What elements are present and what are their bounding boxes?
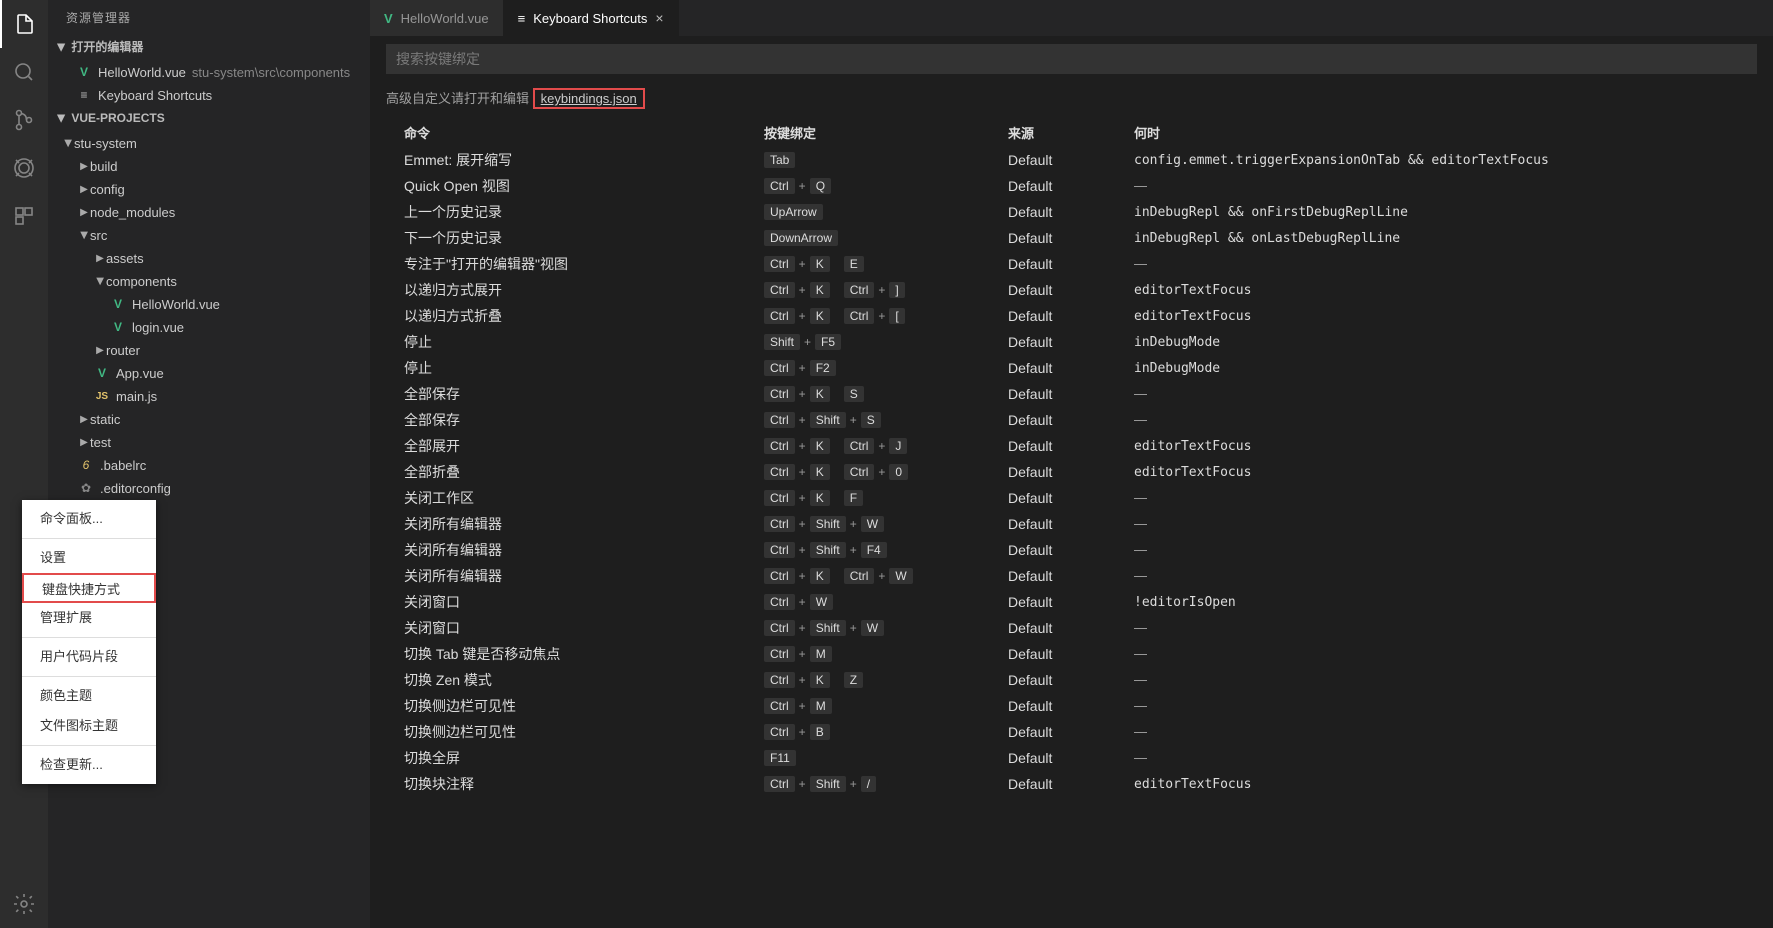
- vue-icon: V: [76, 65, 92, 81]
- tree-item[interactable]: ▶assets: [48, 247, 370, 270]
- shortcut-row[interactable]: 全部折叠Ctrl+KCtrl+0DefaulteditorTextFocus: [370, 459, 1773, 485]
- tree-item[interactable]: 6.babelrc: [48, 454, 370, 477]
- explorer-icon[interactable]: [0, 0, 48, 48]
- vue-icon: V: [110, 320, 126, 336]
- keyboard-icon: ≡: [518, 11, 526, 26]
- chevron-icon: ▶: [78, 431, 90, 454]
- tree-item[interactable]: ▶src: [48, 224, 370, 247]
- menu-item[interactable]: 文件图标主题: [22, 711, 156, 741]
- shortcut-row[interactable]: 以递归方式折叠Ctrl+KCtrl+[DefaulteditorTextFocu…: [370, 303, 1773, 329]
- chevron-icon: ▶: [78, 201, 90, 224]
- shortcut-row[interactable]: 切换 Tab 键是否移动焦点Ctrl+MDefault—: [370, 641, 1773, 667]
- tree-item[interactable]: ▶static: [48, 408, 370, 431]
- menu-separator: [22, 676, 156, 677]
- tree-item[interactable]: ▶router: [48, 339, 370, 362]
- shortcut-row[interactable]: 全部展开Ctrl+KCtrl+JDefaulteditorTextFocus: [370, 433, 1773, 459]
- babel-icon: 6: [78, 458, 94, 474]
- keyboard-icon: ≡: [76, 88, 92, 104]
- menu-separator: [22, 745, 156, 746]
- tree-item[interactable]: ▶stu-system: [48, 132, 370, 155]
- shortcut-row[interactable]: 下一个历史记录DownArrowDefaultinDebugRepl && on…: [370, 225, 1773, 251]
- open-editor-item[interactable]: V HelloWorld.vue stu-system\src\componen…: [48, 61, 370, 84]
- menu-separator: [22, 637, 156, 638]
- shortcut-row[interactable]: 关闭工作区Ctrl+KFDefault—: [370, 485, 1773, 511]
- gear-icon: ✿: [78, 481, 94, 497]
- chevron-icon: ▶: [78, 155, 90, 178]
- tree-item[interactable]: ▶test: [48, 431, 370, 454]
- table-header: 命令 按键绑定 来源 何时: [370, 117, 1773, 147]
- tab-helloworld[interactable]: V HelloWorld.vue: [370, 0, 504, 36]
- menu-item[interactable]: 键盘快捷方式: [22, 573, 156, 603]
- keyboard-shortcuts-editor: 高级自定义请打开和编辑 keybindings.json 命令 按键绑定 来源 …: [370, 36, 1773, 928]
- shortcut-row[interactable]: 上一个历史记录UpArrowDefaultinDebugRepl && onFi…: [370, 199, 1773, 225]
- shortcut-row[interactable]: 切换侧边栏可见性Ctrl+MDefault—: [370, 693, 1773, 719]
- shortcut-row[interactable]: 切换块注释Ctrl+Shift+/DefaulteditorTextFocus: [370, 771, 1773, 797]
- shortcut-row[interactable]: 全部保存Ctrl+KSDefault—: [370, 381, 1773, 407]
- menu-item[interactable]: 颜色主题: [22, 681, 156, 711]
- shortcut-row[interactable]: 切换 Zen 模式Ctrl+KZDefault—: [370, 667, 1773, 693]
- vue-icon: V: [384, 11, 393, 26]
- activity-bar: [0, 0, 48, 928]
- tree-item[interactable]: JSmain.js: [48, 385, 370, 408]
- chevron-icon: ▶: [89, 276, 112, 288]
- tree-item[interactable]: Vlogin.vue: [48, 316, 370, 339]
- extensions-icon[interactable]: [0, 192, 48, 240]
- shortcut-row[interactable]: 关闭窗口Ctrl+Shift+WDefault—: [370, 615, 1773, 641]
- source-control-icon[interactable]: [0, 96, 48, 144]
- editor-tabs: V HelloWorld.vue ≡ Keyboard Shortcuts ×: [370, 0, 1773, 36]
- open-editors-header[interactable]: ▶ 打开的编辑器: [48, 36, 370, 59]
- menu-item[interactable]: 设置: [22, 543, 156, 573]
- settings-context-menu: 命令面板... 设置键盘快捷方式管理扩展用户代码片段颜色主题文件图标主题检查更新.…: [22, 500, 156, 784]
- menu-separator: [22, 538, 156, 539]
- vue-icon: V: [94, 366, 110, 382]
- tree-item[interactable]: VHelloWorld.vue: [48, 293, 370, 316]
- menu-item[interactable]: 用户代码片段: [22, 642, 156, 672]
- explorer-sidebar: 资源管理器 ▶ 打开的编辑器 V HelloWorld.vue stu-syst…: [48, 0, 370, 928]
- shortcut-row[interactable]: 停止Shift+F5DefaultinDebugMode: [370, 329, 1773, 355]
- shortcut-row[interactable]: 切换全屏F11Default—: [370, 745, 1773, 771]
- chevron-icon: ▶: [73, 230, 96, 242]
- shortcut-row[interactable]: 专注于"打开的编辑器"视图Ctrl+KEDefault—: [370, 251, 1773, 277]
- menu-item[interactable]: 命令面板...: [22, 504, 156, 534]
- tree-item[interactable]: ✿.editorconfig: [48, 477, 370, 500]
- tree-item[interactable]: ▶config: [48, 178, 370, 201]
- shortcut-row[interactable]: Emmet: 展开缩写TabDefaultconfig.emmet.trigge…: [370, 147, 1773, 173]
- chevron-icon: ▶: [57, 138, 80, 150]
- gear-icon[interactable]: [0, 880, 48, 928]
- js-icon: JS: [94, 389, 110, 405]
- shortcut-row[interactable]: 全部保存Ctrl+Shift+SDefault—: [370, 407, 1773, 433]
- project-header[interactable]: ▶ VUE-PROJECTS: [48, 107, 370, 130]
- tree-item[interactable]: ▶node_modules: [48, 201, 370, 224]
- keybindings-json-link[interactable]: keybindings.json: [533, 88, 645, 109]
- tree-item[interactable]: ▶components: [48, 270, 370, 293]
- menu-item[interactable]: 管理扩展: [22, 603, 156, 633]
- chevron-icon: ▶: [78, 408, 90, 431]
- advanced-hint: 高级自定义请打开和编辑 keybindings.json: [370, 82, 1773, 117]
- tree-item[interactable]: ▶build: [48, 155, 370, 178]
- sidebar-title: 资源管理器: [48, 0, 370, 36]
- keybinding-search-input[interactable]: [386, 44, 1757, 74]
- search-icon[interactable]: [0, 48, 48, 96]
- shortcut-row[interactable]: 停止Ctrl+F2DefaultinDebugMode: [370, 355, 1773, 381]
- chevron-icon: ▶: [78, 178, 90, 201]
- chevron-icon: ▶: [94, 339, 106, 362]
- tab-keyboard-shortcuts[interactable]: ≡ Keyboard Shortcuts ×: [504, 0, 679, 36]
- shortcut-row[interactable]: 切换侧边栏可见性Ctrl+BDefault—: [370, 719, 1773, 745]
- shortcut-row[interactable]: 关闭所有编辑器Ctrl+KCtrl+WDefault—: [370, 563, 1773, 589]
- close-icon[interactable]: ×: [655, 10, 663, 26]
- shortcut-row[interactable]: 关闭所有编辑器Ctrl+Shift+WDefault—: [370, 511, 1773, 537]
- tree-item[interactable]: VApp.vue: [48, 362, 370, 385]
- menu-item[interactable]: 检查更新...: [22, 750, 156, 780]
- shortcut-row[interactable]: 关闭窗口Ctrl+WDefault!editorIsOpen: [370, 589, 1773, 615]
- open-editor-item[interactable]: ≡ Keyboard Shortcuts: [48, 84, 370, 107]
- shortcut-row[interactable]: 关闭所有编辑器Ctrl+Shift+F4Default—: [370, 537, 1773, 563]
- shortcut-row[interactable]: Quick Open 视图Ctrl+QDefault—: [370, 173, 1773, 199]
- debug-icon[interactable]: [0, 144, 48, 192]
- chevron-icon: ▶: [94, 247, 106, 270]
- shortcut-row[interactable]: 以递归方式展开Ctrl+KCtrl+]DefaulteditorTextFocu…: [370, 277, 1773, 303]
- vue-icon: V: [110, 297, 126, 313]
